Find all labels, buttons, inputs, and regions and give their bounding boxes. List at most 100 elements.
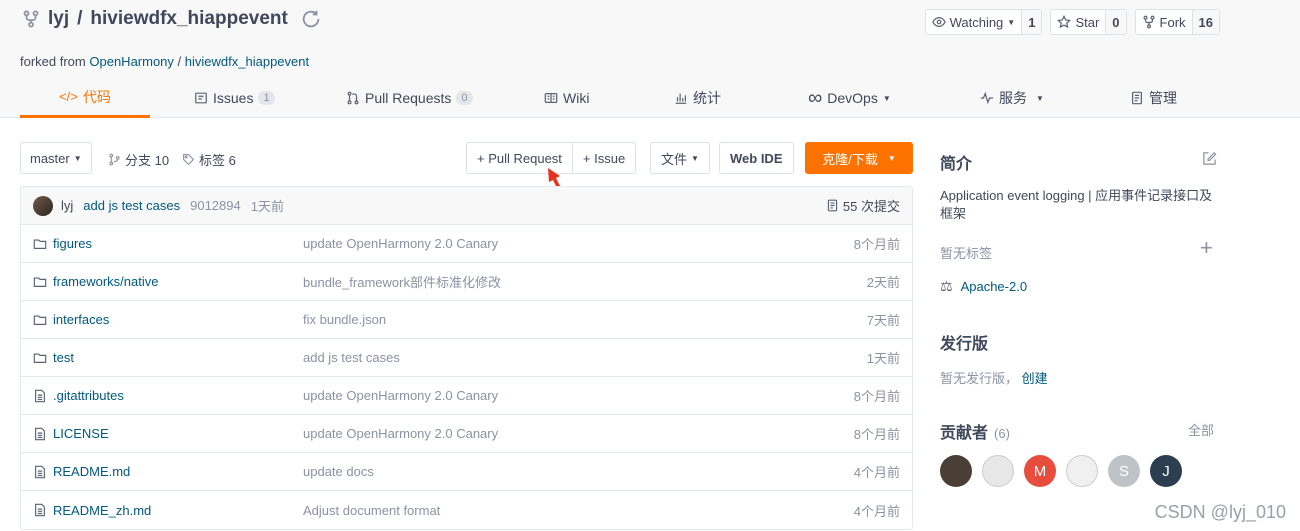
avatar[interactable]: J <box>1150 455 1182 487</box>
commit-time: 1天前 <box>250 199 284 214</box>
release-title: 发行版 <box>940 336 989 353</box>
star-icon <box>1057 15 1072 29</box>
create-release-link[interactable]: 创建 <box>1022 371 1048 386</box>
tab-code[interactable]: </> 代码 <box>20 78 150 118</box>
repo-header: lyj / hiviewdfx_hiappevent forked from O… <box>0 0 1300 118</box>
commit-author[interactable]: lyj <box>61 198 73 213</box>
tab-devops[interactable]: ∞ DevOps ▼ <box>808 78 891 118</box>
file-menu-label: 文件 <box>661 151 688 167</box>
file-name[interactable]: figures <box>33 236 303 251</box>
tab-wiki-label: Wiki <box>563 90 590 106</box>
table-row: LICENSE update OpenHarmony 2.0 Canary 8个月前 <box>21 415 912 453</box>
file-commit-time: 4个月前 <box>853 503 900 519</box>
branches-link[interactable]: 分支 10 <box>108 150 169 169</box>
avatar[interactable]: S <box>1108 455 1140 487</box>
license-link[interactable]: Apache-2.0 <box>961 279 1028 294</box>
avatar[interactable] <box>1066 455 1098 487</box>
avatar[interactable] <box>33 195 53 216</box>
tab-services[interactable]: 服务 ▼ <box>980 78 1044 118</box>
pull-requests-badge: 0 <box>456 91 473 105</box>
fork-label: Fork <box>1159 14 1186 30</box>
repo-name[interactable]: hiviewdfx_hiappevent <box>90 8 287 30</box>
contributors-list: M SJ <box>940 455 1182 487</box>
all-contributors-link[interactable]: 全部 <box>1188 420 1214 439</box>
clone-download-label: 克隆/下载 <box>822 151 878 167</box>
file-commit-message[interactable]: update OpenHarmony 2.0 Canary <box>303 426 498 441</box>
file-name[interactable]: .gitattributes <box>33 388 303 403</box>
repo-toolbar: master ▼ 分支 10 标签 6 + Pull Request + Iss… <box>20 140 913 174</box>
branch-select[interactable]: master ▼ <box>20 142 92 174</box>
file-commit-message[interactable]: update OpenHarmony 2.0 Canary <box>303 388 498 403</box>
tab-wiki[interactable]: Wiki <box>544 78 589 118</box>
caret-down-icon: ▼ <box>73 153 82 163</box>
avatar[interactable]: M <box>1024 455 1056 487</box>
star-count[interactable]: 0 <box>1106 10 1126 34</box>
tags-link[interactable]: 标签 6 <box>182 150 236 169</box>
file-icon <box>35 465 45 478</box>
table-row: interfaces fix bundle.json 7天前 <box>21 301 912 339</box>
tab-issues[interactable]: Issues 1 <box>194 78 275 118</box>
file-name-text: .gitattributes <box>53 388 124 403</box>
repo-slash: / <box>77 8 83 29</box>
new-issue-button[interactable]: + Issue <box>571 143 635 173</box>
web-ide-button[interactable]: Web IDE <box>719 142 794 174</box>
file-name[interactable]: interfaces <box>33 312 303 327</box>
main-content: master ▼ 分支 10 标签 6 + Pull Request + Iss… <box>20 140 913 530</box>
table-row: README_zh.md Adjust document format 4个月前 <box>21 491 912 529</box>
file-commit-message[interactable]: Adjust document format <box>303 503 440 518</box>
scale-icon: ⚖ <box>940 278 953 294</box>
commit-count-link[interactable]: 55 次提交 <box>826 196 900 215</box>
caret-down-icon: ▼ <box>882 93 891 103</box>
forked-owner-link[interactable]: OpenHarmony <box>89 54 174 69</box>
file-name[interactable]: frameworks/native <box>33 274 303 289</box>
fork-count[interactable]: 16 <box>1192 10 1219 34</box>
contributors-count: (6) <box>994 426 1010 441</box>
file-name[interactable]: test <box>33 350 303 365</box>
file-name[interactable]: README_zh.md <box>33 503 303 518</box>
file-icon <box>35 427 45 440</box>
file-commit-message[interactable]: update OpenHarmony 2.0 Canary <box>303 236 498 251</box>
file-menu-button[interactable]: 文件 ▼ <box>650 142 710 174</box>
table-row: README.md update docs 4个月前 <box>21 453 912 491</box>
tab-pull-requests-label: Pull Requests <box>365 90 452 106</box>
repo-title: lyj / hiviewdfx_hiappevent <box>22 8 322 30</box>
repo-tabs: </> 代码 Issues 1 Pull Requests 0 Wiki 统计 … <box>20 78 1280 118</box>
folder-icon <box>33 314 47 325</box>
eye-icon <box>931 17 946 27</box>
tab-manage[interactable]: 管理 <box>1130 78 1177 118</box>
add-tag-icon[interactable]: + <box>1200 235 1213 261</box>
watch-label: Watching <box>949 14 1004 30</box>
issues-badge: 1 <box>258 91 275 105</box>
star-button[interactable]: Star 0 <box>1050 9 1127 35</box>
intro-description: Application event logging | 应用事件记录接口及框架 <box>940 188 1213 221</box>
file-commit-message[interactable]: bundle_framework部件标准化修改 <box>303 272 501 291</box>
avatar[interactable] <box>982 455 1014 487</box>
watch-count[interactable]: 1 <box>1022 10 1042 34</box>
fork-icon <box>1143 15 1155 29</box>
fork-button[interactable]: Fork 16 <box>1134 9 1220 35</box>
repo-owner[interactable]: lyj <box>48 8 69 30</box>
file-commit-message[interactable]: update docs <box>303 464 374 479</box>
table-row: .gitattributes update OpenHarmony 2.0 Can… <box>21 377 912 415</box>
pulse-icon <box>980 91 994 105</box>
caret-down-icon: ▼ <box>691 153 699 163</box>
avatar[interactable] <box>940 455 972 487</box>
forked-repo-link[interactable]: hiviewdfx_hiappevent <box>185 54 309 69</box>
file-commit-time: 8个月前 <box>853 237 900 252</box>
file-commit-message[interactable]: add js test cases <box>303 350 400 365</box>
edit-icon[interactable] <box>1202 151 1217 166</box>
tab-issues-label: Issues <box>213 90 254 106</box>
file-commit-message[interactable]: fix bundle.json <box>303 312 386 327</box>
forked-from: forked from OpenHarmony / hiviewdfx_hiap… <box>20 54 309 69</box>
file-commit-time: 1天前 <box>866 351 900 366</box>
file-name[interactable]: LICENSE <box>33 426 303 441</box>
clone-download-button[interactable]: 克隆/下载 ▼ <box>805 142 913 174</box>
tab-stats[interactable]: 统计 <box>674 78 721 118</box>
tab-pull-requests[interactable]: Pull Requests 0 <box>346 78 473 118</box>
sync-icon[interactable] <box>300 8 322 30</box>
watch-button[interactable]: Watching ▼ 1 <box>924 9 1043 35</box>
latest-commit: lyj add js test cases 9012894 1天前 55 次提交 <box>21 187 912 225</box>
commit-message[interactable]: add js test cases <box>83 198 180 213</box>
commit-hash[interactable]: 9012894 <box>190 198 241 213</box>
file-name[interactable]: README.md <box>33 464 303 479</box>
